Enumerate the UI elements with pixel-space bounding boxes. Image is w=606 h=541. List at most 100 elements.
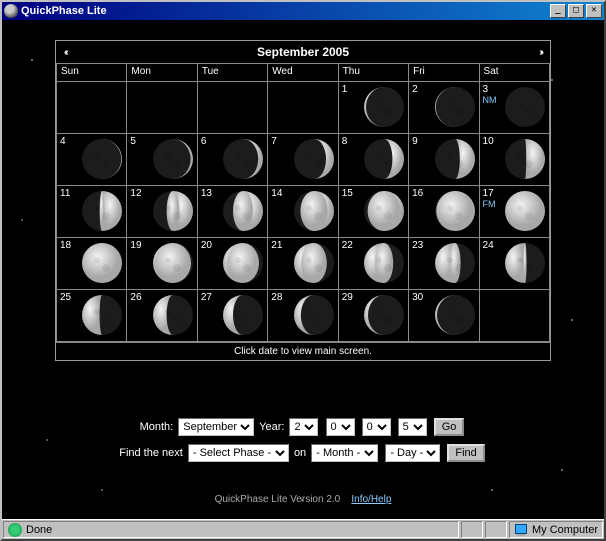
moon-icon — [81, 138, 123, 180]
calendar-cell[interactable]: 3NM — [479, 82, 549, 134]
calendar-title: September 2005 — [257, 45, 349, 59]
calendar-cell[interactable]: 22 — [338, 238, 408, 290]
calendar-cell[interactable]: 16 — [409, 186, 479, 238]
year-digit-4[interactable]: 5 — [398, 418, 427, 436]
year-digit-3[interactable]: 0 — [362, 418, 391, 436]
status-gap-1 — [461, 521, 483, 538]
calendar-cell[interactable]: 24 — [479, 238, 549, 290]
calendar-cell[interactable]: 4 — [57, 134, 127, 186]
calendar-cell[interactable]: 15 — [338, 186, 408, 238]
calendar-cell[interactable]: 6 — [197, 134, 267, 186]
find-button[interactable]: Find — [447, 444, 484, 462]
calendar-cell[interactable]: 2 — [409, 82, 479, 134]
day-number: 16 — [412, 188, 423, 199]
year-digit-1[interactable]: 2 — [289, 418, 318, 436]
moon-icon — [152, 190, 194, 232]
month-select[interactable]: September — [178, 418, 254, 436]
weekday-header: Mon — [127, 64, 197, 82]
calendar-cell[interactable]: 25 — [57, 290, 127, 342]
moon-icon — [222, 242, 264, 284]
calendar-cell — [57, 82, 127, 134]
day-number: 20 — [201, 240, 212, 251]
findmonth-select[interactable]: - Month - — [311, 444, 378, 462]
window-title: QuickPhase Lite — [21, 5, 550, 17]
phase-select[interactable]: - Select Phase - — [188, 444, 289, 462]
calendar-cell[interactable]: 8 — [338, 134, 408, 186]
calendar-grid: SunMonTueWedThuFriSat 123NM4567891011121… — [56, 63, 550, 342]
moon-icon — [152, 294, 194, 336]
day-number: 7 — [271, 136, 277, 147]
calendar-cell[interactable]: 17FM — [479, 186, 549, 238]
year-label: Year: — [259, 421, 284, 433]
calendar-cell[interactable]: 27 — [197, 290, 267, 342]
weekday-header: Wed — [268, 64, 338, 82]
weekday-header: Tue — [197, 64, 267, 82]
day-number: 12 — [130, 188, 141, 199]
calendar-cell[interactable]: 7 — [268, 134, 338, 186]
moon-icon — [434, 86, 476, 128]
calendar-cell[interactable]: 20 — [197, 238, 267, 290]
moon-icon — [222, 190, 264, 232]
calendar-cell[interactable]: 11 — [57, 186, 127, 238]
calendar-cell[interactable]: 18 — [57, 238, 127, 290]
browser-icon — [8, 523, 22, 537]
day-number: 28 — [271, 292, 282, 303]
calendar-header: ‹‹ September 2005 ›› — [56, 41, 550, 63]
calendar-cell[interactable]: 12 — [127, 186, 197, 238]
moon-icon — [293, 242, 335, 284]
findday-select[interactable]: - Day - — [385, 444, 440, 462]
day-number: 10 — [483, 136, 494, 147]
day-number: 1 — [342, 84, 348, 95]
moon-icon — [363, 190, 405, 232]
status-left: Done — [3, 521, 459, 538]
version-text: QuickPhase Lite Version 2.0 — [215, 494, 341, 505]
next-month-button[interactable]: ›› — [539, 47, 542, 58]
month-label: Month: — [140, 421, 174, 433]
calendar-cell — [127, 82, 197, 134]
day-number: 29 — [342, 292, 353, 303]
calendar-cell[interactable]: 10 — [479, 134, 549, 186]
calendar-cell[interactable]: 21 — [268, 238, 338, 290]
go-button[interactable]: Go — [434, 418, 465, 436]
day-number: 30 — [412, 292, 423, 303]
calendar-cell[interactable]: 5 — [127, 134, 197, 186]
window-buttons: _ □ ✕ — [550, 4, 602, 18]
day-number: 26 — [130, 292, 141, 303]
calendar-cell[interactable]: 26 — [127, 290, 197, 342]
status-gap-2 — [485, 521, 507, 538]
close-button[interactable]: ✕ — [586, 4, 602, 18]
app-window: QuickPhase Lite _ □ ✕ ‹‹ September 2005 … — [0, 0, 606, 541]
year-digit-2[interactable]: 0 — [326, 418, 355, 436]
moon-icon — [363, 138, 405, 180]
moon-icon — [293, 138, 335, 180]
calendar-cell[interactable]: 29 — [338, 290, 408, 342]
moon-icon — [363, 86, 405, 128]
day-number: 14 — [271, 188, 282, 199]
day-number: 3 — [483, 84, 489, 95]
prev-month-button[interactable]: ‹‹ — [64, 47, 67, 58]
calendar-cell[interactable]: 19 — [127, 238, 197, 290]
calendar-cell[interactable]: 23 — [409, 238, 479, 290]
minimize-button[interactable]: _ — [550, 4, 566, 18]
day-number: 15 — [342, 188, 353, 199]
moon-icon — [293, 190, 335, 232]
calendar-cell[interactable]: 9 — [409, 134, 479, 186]
calendar-cell[interactable]: 30 — [409, 290, 479, 342]
moon-icon — [434, 190, 476, 232]
calendar-cell[interactable]: 1 — [338, 82, 408, 134]
maximize-button[interactable]: □ — [568, 4, 584, 18]
calendar-cell[interactable]: 14 — [268, 186, 338, 238]
on-label: on — [294, 447, 306, 459]
info-help-link[interactable]: Info/Help — [351, 494, 391, 505]
moon-icon — [363, 242, 405, 284]
day-number: 5 — [130, 136, 136, 147]
calendar-cell[interactable]: 13 — [197, 186, 267, 238]
day-number: 25 — [60, 292, 71, 303]
day-number: 13 — [201, 188, 212, 199]
titlebar: QuickPhase Lite _ □ ✕ — [2, 2, 604, 20]
calendar-cell — [479, 290, 549, 342]
day-number: 17 — [483, 188, 494, 199]
calendar-cell[interactable]: 28 — [268, 290, 338, 342]
moon-icon — [504, 86, 546, 128]
day-number: 19 — [130, 240, 141, 251]
